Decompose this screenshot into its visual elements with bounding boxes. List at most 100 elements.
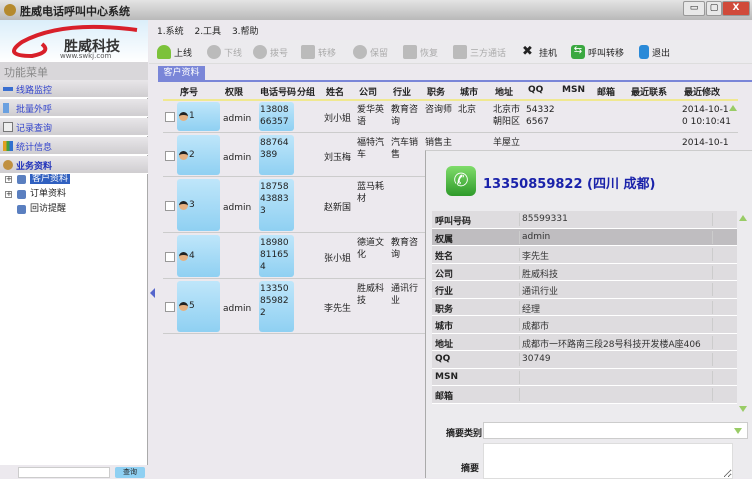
menu-item-stats[interactable]: 统计信息 (0, 137, 148, 155)
three-way-call-button[interactable]: 三方通话 (453, 43, 506, 61)
maximize-button[interactable]: ▢ (706, 1, 722, 16)
menu-item-records[interactable]: 记录查询 (0, 118, 148, 136)
phone-cell[interactable]: 18980 81165 4 (259, 235, 294, 277)
phone-cell[interactable]: 18758 43883 3 (259, 179, 294, 231)
button-label: 三方通话 (470, 48, 507, 59)
row-checkbox[interactable] (165, 251, 175, 262)
logo: 胜威科技 www.swkj.com (0, 20, 148, 62)
search-input[interactable] (18, 467, 110, 478)
menu-item-batch-call[interactable]: 批量外呼 (0, 99, 148, 117)
tab-customers[interactable]: 客户资料 (158, 66, 205, 80)
column-header[interactable]: 行业 (393, 85, 411, 98)
resume-button[interactable]: 恢复 (403, 43, 438, 61)
detail-row: 城市 成都市 (432, 316, 737, 334)
detail-label: QQ (435, 354, 451, 364)
call-forward-button[interactable]: ⇆ 呼叫转移 (571, 43, 624, 61)
button-label: 下线 (224, 48, 243, 59)
users-icon (3, 160, 13, 170)
cell-company: 胜威科技 (357, 284, 385, 306)
button-label: 保留 (370, 48, 389, 59)
tree-item-followup[interactable]: 回访提醒 (0, 202, 148, 217)
detail-value: 成都市 (522, 322, 550, 332)
detail-label: 职务 (435, 304, 454, 315)
collapse-arrow-icon[interactable] (150, 288, 155, 298)
summary-category-select[interactable] (483, 422, 748, 439)
row-checkbox[interactable] (165, 302, 175, 312)
scroll-up-icon[interactable] (739, 215, 747, 221)
column-header[interactable]: 电话号码 (260, 85, 296, 98)
column-header[interactable]: 公司 (359, 85, 377, 98)
column-header[interactable]: 序号 (180, 85, 198, 98)
column-header[interactable]: 权限 (225, 85, 243, 98)
sidebar: 胜威科技 www.swkj.com 功能菜单 线路监控 批量外呼 记录查询 统计… (0, 20, 148, 478)
phone-cell[interactable]: 88764 389 (259, 135, 294, 175)
column-header[interactable]: 职务 (427, 85, 445, 98)
detail-label: 权属 (435, 234, 454, 245)
seq-number: 3 (189, 200, 195, 210)
summary-textarea[interactable] (483, 443, 733, 479)
phone-cell[interactable]: 13350 85982 2 (259, 281, 294, 332)
tree-label: 回访提醒 (30, 204, 67, 214)
column-header[interactable]: 邮箱 (597, 85, 615, 98)
button-label: 挂机 (539, 48, 558, 59)
table-row[interactable]: 1 13808 66357 admin 刘小姐 爱华英语 教育咨询 咨询师 北京 北京市朝阳区 5… (163, 101, 738, 133)
scroll-up-icon[interactable] (729, 105, 737, 111)
detail-value: admin (522, 231, 551, 242)
online-button[interactable]: 上线 (157, 43, 192, 61)
detail-row: 姓名 李先生 (432, 246, 737, 264)
user-offline-icon (207, 45, 221, 59)
caller-details: 呼叫号码 85599331 权属 admin 姓名 李先生 公司 胜威科技 行业 通讯行业 职务 经理… (432, 211, 737, 404)
expand-icon[interactable]: + (5, 176, 12, 183)
hold-button[interactable]: 保留 (353, 43, 388, 61)
exit-button[interactable]: 退出 (639, 43, 670, 61)
tree-item-orders[interactable]: + 订单资料 (0, 187, 148, 202)
column-header[interactable]: 地址 (495, 85, 513, 98)
dial-button[interactable]: 拨号 (253, 43, 288, 61)
column-header[interactable]: 最近联系 (631, 85, 667, 98)
detail-value: 30749 (522, 354, 551, 364)
toolbar: 上线 下线 拨号 转移 保留 恢复 三方通话 ✖ 挂机 ⇆ 呼叫转移 退出 (149, 40, 752, 64)
row-checkbox[interactable] (165, 150, 175, 161)
menu-item-line-monitor[interactable]: 线路监控 (0, 80, 148, 98)
resume-icon (403, 45, 417, 59)
detail-row: 地址 成都市一环路南三段28号科技开发楼A座406 (432, 333, 737, 351)
caller-number: 13350859822 (四川 成都) (483, 177, 656, 192)
offline-button[interactable]: 下线 (207, 43, 242, 61)
button-label: 呼叫转移 (588, 48, 625, 59)
cell-name: 李先生 (324, 304, 352, 314)
column-header[interactable]: 姓名 (326, 85, 344, 98)
menu-help[interactable]: 3.帮助 (232, 27, 259, 37)
detail-value: 85599331 (522, 214, 568, 224)
column-header[interactable]: 分组 (297, 85, 315, 98)
column-header[interactable]: MSN (562, 85, 585, 95)
expand-icon[interactable]: + (5, 191, 12, 198)
cell-industry: 教育咨询 (391, 105, 419, 127)
scroll-down-icon[interactable] (739, 406, 747, 412)
menu-system[interactable]: 1.系统 (157, 27, 184, 37)
tree-item-customers[interactable]: + 客户资料 (0, 172, 148, 187)
transfer-icon (301, 45, 315, 59)
transfer-button[interactable]: 转移 (301, 43, 336, 61)
column-header[interactable]: QQ (528, 85, 543, 95)
hangup-button[interactable]: ✖ 挂机 (522, 43, 557, 61)
search-button[interactable]: 查询 (115, 467, 145, 478)
detail-label: 行业 (435, 287, 454, 297)
menu-label: 记录查询 (16, 124, 53, 134)
business-tree: + 客户资料 + 订单资料 回访提醒 (0, 172, 148, 217)
column-header[interactable]: 最近修改 (684, 85, 720, 98)
dropdown-icon[interactable] (734, 428, 742, 434)
detail-row: 邮箱 (432, 386, 737, 404)
user-online-icon (157, 45, 171, 59)
detail-label: 公司 (435, 269, 454, 280)
button-label: 转移 (318, 48, 337, 59)
row-checkbox[interactable] (165, 112, 175, 122)
column-header[interactable]: 城市 (460, 85, 478, 98)
cell-company: 爱华英语 (357, 105, 385, 127)
row-checkbox[interactable] (165, 200, 175, 211)
minimize-button[interactable]: ▭ (683, 1, 705, 16)
close-button[interactable]: X (722, 1, 750, 16)
cell-address: 北京市朝阳区 (493, 105, 521, 127)
cell-industry: 汽车销售 (391, 138, 419, 160)
menu-tools[interactable]: 2.工具 (194, 27, 221, 37)
phone-cell[interactable]: 13808 66357 (259, 102, 294, 131)
